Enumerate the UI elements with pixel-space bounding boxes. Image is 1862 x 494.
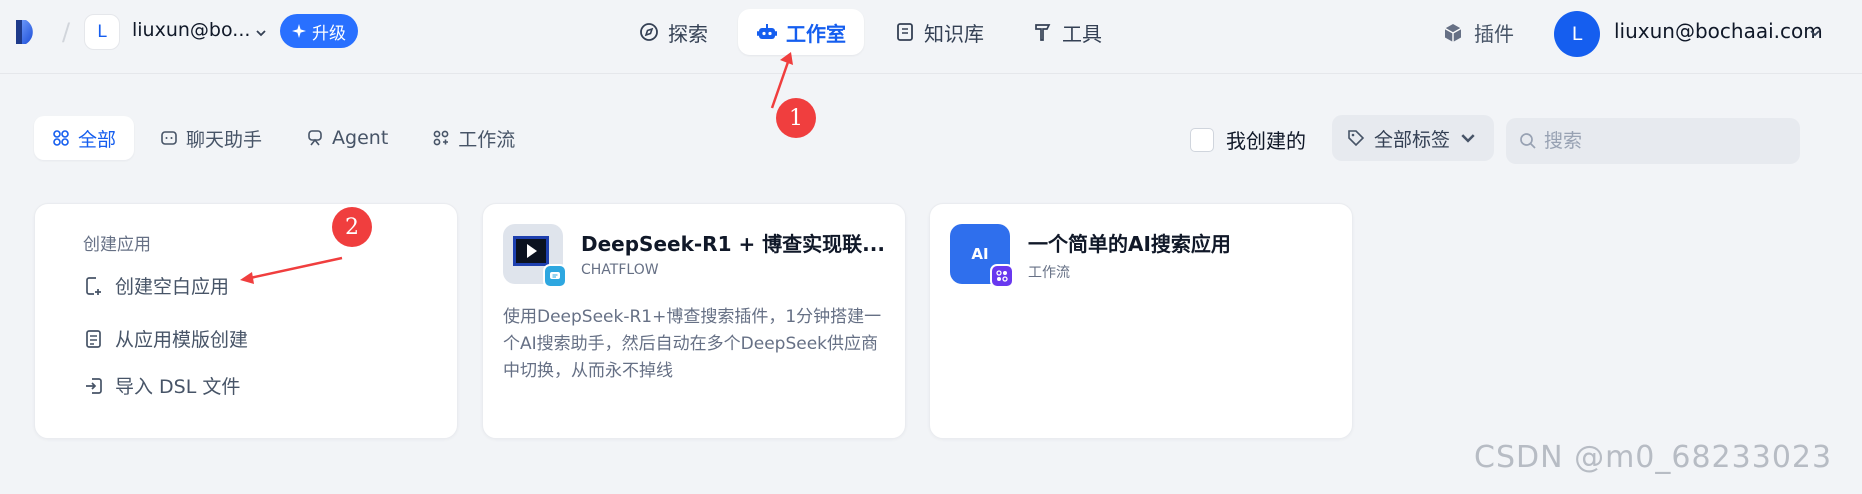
cube-icon bbox=[1444, 23, 1462, 42]
template-icon bbox=[86, 329, 101, 348]
chevron-down-icon[interactable] bbox=[1808, 26, 1822, 40]
chat-icon bbox=[161, 131, 177, 145]
plugin-button[interactable]: 插件 bbox=[1442, 18, 1514, 47]
tag-icon bbox=[1348, 130, 1365, 147]
robot-icon bbox=[757, 24, 777, 39]
created-by-me-checkbox[interactable] bbox=[1190, 127, 1214, 152]
upgrade-button[interactable]: 升级 bbox=[280, 14, 358, 48]
annotation-marker-1: 1 bbox=[776, 98, 816, 138]
import-dsl-button[interactable]: 导入 DSL 文件 bbox=[83, 372, 240, 399]
app-icon bbox=[503, 224, 567, 288]
tab-workflow[interactable]: 工作流 bbox=[414, 116, 533, 160]
app-logo-icon[interactable] bbox=[12, 16, 44, 48]
create-blank-app-button[interactable]: 创建空白应用 bbox=[83, 272, 229, 299]
search-input[interactable] bbox=[1544, 130, 1784, 152]
tab-agent-label: Agent bbox=[332, 127, 389, 149]
annotation-marker-2: 2 bbox=[332, 207, 372, 247]
create-app-title: 创建应用 bbox=[83, 235, 151, 255]
main-nav: 探索 工作室 知识库 工具 bbox=[620, 9, 1120, 55]
chevron-down-icon bbox=[1461, 134, 1475, 143]
app-icon: AI bbox=[950, 224, 1014, 288]
app-name: DeepSeek-R1 + 博查实现联... bbox=[581, 232, 885, 256]
created-by-me-label: 我创建的 bbox=[1226, 129, 1306, 153]
nav-studio[interactable]: 工作室 bbox=[738, 9, 864, 55]
create-app-card: 创建应用 创建空白应用 从应用模版创建 导入 DSL 文件 bbox=[34, 203, 458, 439]
create-from-template-label: 从应用模版创建 bbox=[115, 329, 249, 351]
tab-all[interactable]: 全部 bbox=[34, 116, 135, 160]
import-dsl-label: 导入 DSL 文件 bbox=[115, 376, 241, 398]
import-icon bbox=[86, 377, 102, 394]
nav-tools[interactable]: 工具 bbox=[1014, 9, 1120, 55]
tab-all-label: 全部 bbox=[78, 128, 117, 151]
tab-chat-assistant[interactable]: 聊天助手 bbox=[142, 116, 280, 160]
book-icon bbox=[897, 23, 913, 41]
tag-filter-label: 全部标签 bbox=[1374, 128, 1451, 151]
file-plus-icon bbox=[86, 276, 101, 295]
app-card[interactable]: DeepSeek-R1 + 博查实现联... CHATFLOW 使用DeepSe… bbox=[482, 203, 906, 439]
nav-explore-label: 探索 bbox=[668, 21, 708, 46]
app-name: 一个简单的AI搜索应用 bbox=[1028, 232, 1231, 256]
grid-icon bbox=[53, 130, 69, 146]
app-card[interactable]: AI 一个简单的AI搜索应用 工作流 bbox=[929, 203, 1353, 439]
compass-icon bbox=[640, 23, 658, 41]
user-email[interactable]: liuxun@bochaai.com bbox=[1614, 19, 1823, 43]
create-from-template-button[interactable]: 从应用模版创建 bbox=[83, 325, 248, 352]
create-blank-app-label: 创建空白应用 bbox=[115, 276, 230, 298]
tag-filter-dropdown[interactable]: 全部标签 bbox=[1332, 115, 1494, 161]
tab-chat-assistant-label: 聊天助手 bbox=[186, 128, 263, 151]
chevron-down-icon[interactable] bbox=[254, 26, 268, 40]
upgrade-label: 升级 bbox=[312, 23, 346, 43]
top-navigation-bar: / L liuxun@bo... 升级 探索 工作室 知识库 工具 插件 L l… bbox=[0, 0, 1862, 74]
ai-icon-text: AI bbox=[971, 245, 989, 263]
plugin-label: 插件 bbox=[1474, 22, 1514, 46]
workflow-icon bbox=[433, 130, 449, 146]
watermark: CSDN @m0_68233023 bbox=[1474, 440, 1833, 475]
app-description: 使用DeepSeek-R1+博查搜索插件，1分钟搭建一个AI搜索助手，然后自动在… bbox=[503, 307, 882, 381]
nav-knowledge[interactable]: 知识库 bbox=[876, 9, 1002, 55]
search-icon bbox=[1520, 133, 1536, 149]
hammer-icon bbox=[1035, 24, 1051, 41]
created-by-me-filter[interactable]: 我创建的 bbox=[1190, 125, 1306, 154]
sparkle-icon bbox=[292, 24, 306, 38]
chat-badge-icon bbox=[543, 264, 567, 288]
search-box bbox=[1506, 118, 1800, 164]
user-avatar[interactable]: L bbox=[1554, 11, 1600, 57]
nav-explore[interactable]: 探索 bbox=[620, 9, 726, 55]
tab-workflow-label: 工作流 bbox=[458, 128, 516, 151]
nav-studio-label: 工作室 bbox=[786, 21, 846, 46]
agent-icon bbox=[308, 130, 322, 146]
workspace-avatar[interactable]: L bbox=[84, 14, 120, 50]
breadcrumb-separator: / bbox=[62, 18, 71, 46]
app-type-tabs: 全部 聊天助手 Agent 工作流 bbox=[34, 116, 533, 160]
nav-knowledge-label: 知识库 bbox=[924, 21, 984, 46]
workspace-name[interactable]: liuxun@bo... bbox=[132, 19, 250, 41]
nav-tools-label: 工具 bbox=[1062, 21, 1102, 46]
app-type-label: 工作流 bbox=[1028, 265, 1070, 281]
tab-agent[interactable]: Agent bbox=[288, 116, 406, 160]
workflow-badge-icon bbox=[990, 264, 1014, 288]
app-type-label: CHATFLOW bbox=[581, 262, 659, 278]
